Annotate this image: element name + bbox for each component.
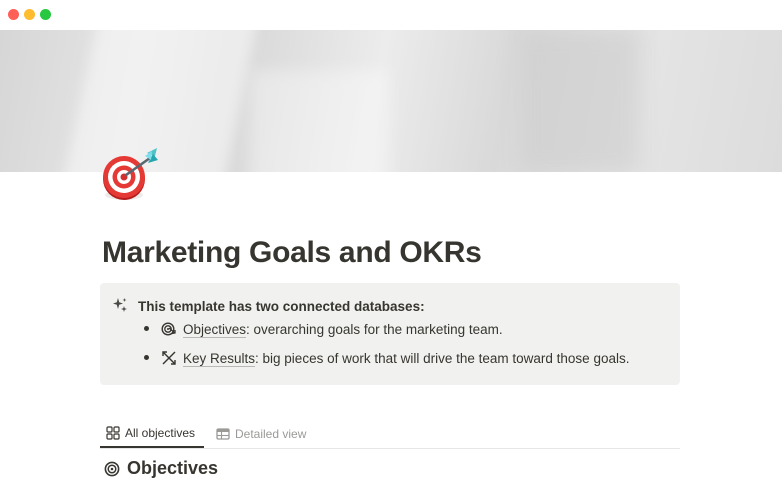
callout-item-key-results: Key Results: big pieces of work that wil… (183, 351, 630, 367)
minimize-window-button[interactable] (24, 9, 35, 20)
tab-label: Detailed view (235, 427, 307, 441)
objectives-description: : overarching goals for the marketing te… (246, 322, 503, 337)
objectives-link[interactable]: Objectives (183, 322, 247, 338)
key-results-description: : big pieces of work that will drive the… (255, 351, 630, 366)
window-titlebar (0, 0, 782, 30)
target-icon (104, 461, 120, 476)
bullet-dot (144, 355, 149, 360)
objectives-section-heading: Objectives (104, 458, 218, 479)
gallery-icon (106, 426, 120, 440)
table-icon (216, 428, 230, 440)
sparkles-icon (113, 298, 127, 312)
callout-heading: This template has two connected database… (138, 299, 425, 314)
info-callout: This template has two connected database… (100, 283, 680, 385)
section-title-text: Objectives (127, 458, 219, 478)
close-window-button[interactable] (8, 9, 19, 20)
tab-label: All objectives (125, 426, 196, 440)
target-dart-icon[interactable] (100, 145, 170, 205)
bullet-dot (144, 326, 149, 331)
crossed-arrows-icon (162, 351, 176, 365)
callout-item-objectives: Objectives: overarching goals for the ma… (183, 322, 503, 338)
page-title: Marketing Goals and OKRs (102, 236, 482, 269)
tab-all-objectives[interactable]: All objectives (100, 420, 204, 448)
maximize-window-button[interactable] (40, 9, 51, 20)
database-view-tabs: All objectives Detailed view (100, 420, 680, 449)
target-arrow-icon (161, 322, 176, 336)
key-results-link[interactable]: Key Results (183, 351, 256, 367)
tab-detailed-view[interactable]: Detailed view (210, 420, 306, 448)
